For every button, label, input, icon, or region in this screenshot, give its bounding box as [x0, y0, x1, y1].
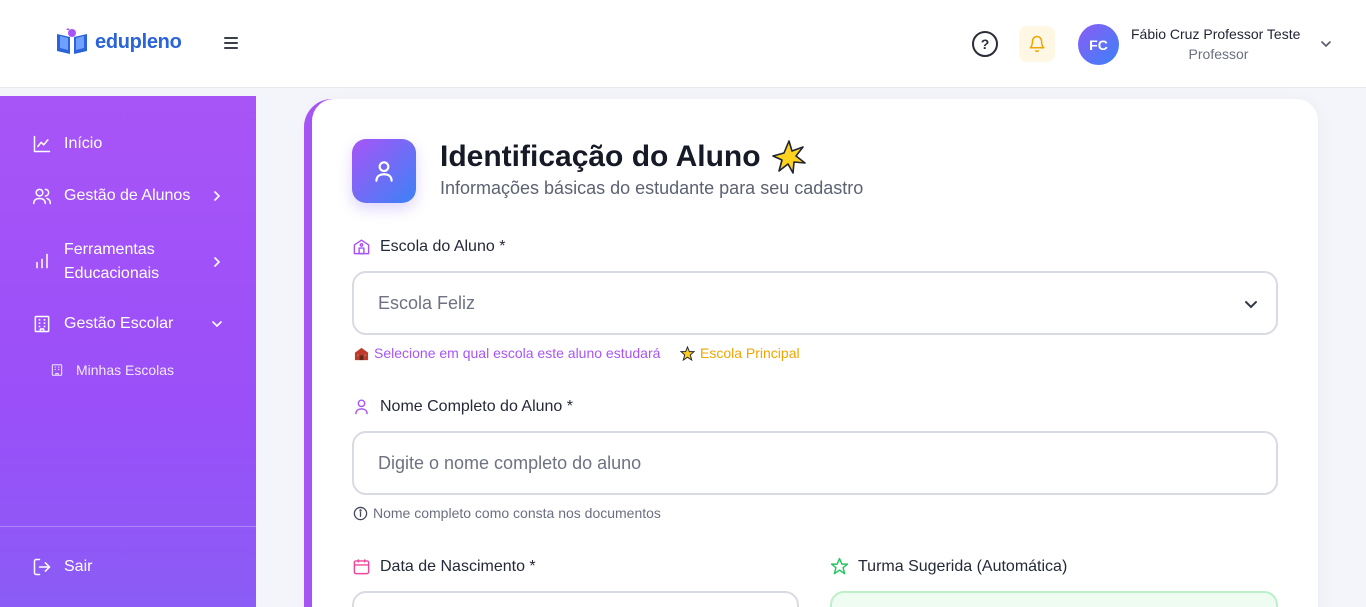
brand-name: edupleno	[95, 30, 182, 53]
bell-icon	[1029, 35, 1045, 53]
card-title-row: Identificação do Aluno	[440, 139, 807, 175]
top-bar: edupleno ? FC Fábio Cruz Professor Teste…	[0, 0, 1366, 88]
sidebar-item-gestao-escolar[interactable]: Gestão Escolar	[32, 314, 222, 334]
sidebar-divider	[0, 526, 256, 527]
sidebar-item-label: Educacionais	[64, 265, 160, 282]
user-role: Professor	[1188, 46, 1249, 62]
nascimento-label: Data de Nascimento *	[352, 557, 536, 576]
sparkle-star-icon	[771, 140, 806, 174]
escola-hint: Selecione em qual escola este aluno estu…	[354, 345, 660, 361]
logout-icon	[33, 558, 51, 576]
escola-principal-badge: Escola Principal	[680, 345, 800, 361]
logout-button[interactable]: Sair	[32, 557, 92, 577]
star-icon	[680, 345, 695, 361]
chevron-right-icon	[214, 191, 221, 201]
sidebar-item-gestao-alunos[interactable]: Gestão de Alunos	[32, 186, 221, 206]
brand-logo[interactable]: edupleno	[55, 28, 182, 56]
sidebar-subitem-minhas-escolas[interactable]: Minhas Escolas	[50, 362, 174, 378]
logout-label: Sair	[64, 558, 93, 575]
info-icon	[353, 506, 368, 520]
data-nascimento-input[interactable]	[352, 591, 799, 607]
calendar-icon	[353, 559, 370, 575]
nome-hint: Nome completo como consta nos documentos	[353, 505, 661, 521]
nome-completo-input[interactable]	[352, 431, 1278, 495]
sidebar-subitem-label: Minhas Escolas	[76, 362, 175, 378]
help-circle-icon[interactable]: ?	[972, 31, 998, 57]
chevron-down-icon	[1245, 301, 1257, 309]
user-avatar[interactable]: FC	[1078, 24, 1119, 65]
turma-label: Turma Sugerida (Automática)	[830, 557, 1067, 576]
nome-label: Nome Completo do Aluno *	[352, 397, 573, 416]
star-outline-icon	[830, 557, 849, 575]
sidebar-item-ferramentas[interactable]: Ferramentas Educacionais	[32, 238, 221, 286]
sidebar-item-label: Início	[64, 135, 103, 152]
chevron-down-icon	[212, 321, 222, 328]
bar-chart-icon	[36, 253, 48, 269]
sidebar-item-inicio[interactable]: Início	[32, 134, 102, 154]
school-building-icon	[354, 347, 369, 360]
turma-sugerida-field	[830, 591, 1278, 607]
sidebar-item-label: Ferramentas	[64, 241, 155, 258]
menu-toggle-button[interactable]	[224, 34, 242, 52]
chevron-right-icon	[214, 257, 221, 267]
student-identification-card: Identificação do Aluno Informações básic…	[312, 99, 1318, 607]
user-icon	[375, 161, 393, 182]
building-icon	[34, 315, 50, 333]
user-icon	[355, 399, 368, 415]
page-title: Identificação do Aluno	[440, 140, 761, 173]
user-name[interactable]: Fábio Cruz Professor Teste	[1131, 26, 1300, 42]
sidebar-item-label: Gestão de Alunos	[64, 187, 191, 204]
building-icon	[51, 364, 63, 376]
sidebar: Início Gestão de Alunos Ferramentas Educ…	[0, 96, 256, 607]
page-subtitle: Informações básicas do estudante para se…	[440, 178, 864, 198]
escola-select[interactable]: Escola Feliz	[352, 271, 1278, 335]
escola-label: Escola do Aluno *	[352, 237, 505, 256]
sidebar-item-label: Gestão Escolar	[64, 315, 174, 332]
users-icon	[32, 188, 52, 205]
book-logo-icon	[57, 28, 87, 54]
escola-selected-value: Escola Feliz	[378, 292, 476, 313]
user-badge	[352, 139, 416, 203]
school-icon	[353, 239, 370, 255]
notifications-button[interactable]	[1019, 26, 1055, 62]
chart-line-icon	[33, 135, 51, 153]
chevron-down-icon[interactable]	[1320, 38, 1332, 50]
